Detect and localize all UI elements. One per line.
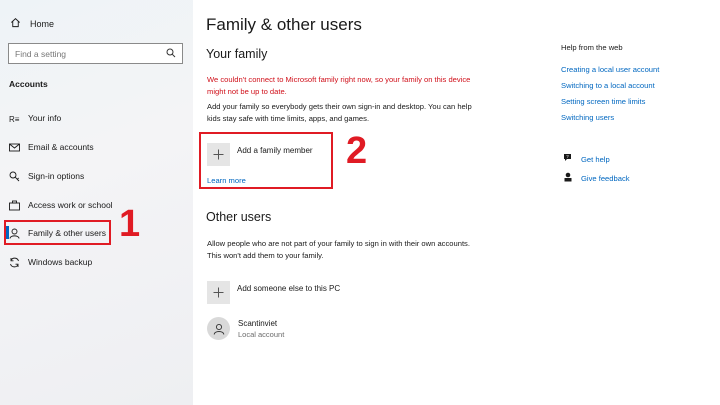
get-help-link[interactable]: ? Get help	[563, 153, 610, 165]
annotation-number-1: 1	[119, 203, 141, 245]
help-title: Help from the web	[561, 43, 623, 52]
avatar	[207, 317, 230, 340]
user-account-item[interactable]: Scantinviet Local account	[207, 317, 284, 340]
other-users-description: Allow people who are not part of your fa…	[207, 239, 470, 260]
family-description: Add your family so everybody gets their …	[207, 102, 472, 123]
help-link-switching-users[interactable]: Switching users	[561, 113, 614, 122]
help-link-switching-local-account[interactable]: Switching to a local account	[561, 81, 655, 90]
your-family-heading: Your family	[206, 47, 268, 61]
mail-icon	[9, 142, 20, 153]
user-name: Scantinviet	[238, 318, 278, 328]
home-nav-item[interactable]: Home	[10, 17, 54, 30]
sidebar-item-label: Windows backup	[28, 257, 93, 267]
plus-icon	[207, 143, 230, 166]
home-label: Home	[30, 18, 55, 29]
svg-text:R≡: R≡	[9, 115, 20, 124]
get-help-label: Get help	[581, 154, 610, 164]
chat-help-icon: ?	[563, 153, 573, 165]
sidebar-item-windows-backup[interactable]: Windows backup	[9, 254, 92, 270]
family-error-text: We couldn't connect to Microsoft family …	[207, 75, 471, 96]
sidebar-item-your-info[interactable]: R≡ Your info	[9, 110, 61, 126]
add-family-member-label: Add a family member	[237, 145, 313, 155]
search-icon[interactable]	[166, 45, 176, 63]
sidebar-item-email-accounts[interactable]: Email & accounts	[9, 139, 94, 155]
add-someone-else-label: Add someone else to this PC	[237, 283, 341, 293]
help-link-screen-time[interactable]: Setting screen time limits	[561, 97, 645, 106]
plus-icon	[207, 281, 230, 304]
page-title: Family & other users	[206, 15, 362, 34]
user-account-type: Local account	[238, 329, 285, 339]
annotation-number-2: 2	[346, 130, 368, 172]
give-feedback-label: Give feedback	[581, 173, 630, 183]
other-users-heading: Other users	[206, 210, 272, 224]
feedback-icon	[563, 172, 573, 184]
help-link-creating-local-account[interactable]: Creating a local user account	[561, 65, 659, 74]
sidebar: Home Accounts R≡ Your info Email & accou…	[0, 0, 193, 405]
annotation-box-1	[4, 220, 111, 245]
key-icon	[9, 171, 20, 182]
sidebar-item-label: Email & accounts	[28, 142, 94, 152]
home-icon	[10, 17, 21, 30]
sidebar-item-label: Sign-in options	[28, 171, 85, 181]
sync-icon	[9, 257, 20, 268]
sidebar-item-access-work[interactable]: Access work or school	[9, 197, 113, 213]
search-box[interactable]	[8, 43, 183, 64]
section-title: Accounts	[9, 79, 48, 89]
briefcase-icon	[9, 200, 20, 211]
add-someone-else-button[interactable]: Add someone else to this PC	[207, 281, 340, 304]
learn-more-link[interactable]: Learn more	[207, 176, 246, 185]
add-family-member-button[interactable]: Add a family member	[207, 143, 313, 166]
search-input[interactable]	[15, 48, 166, 59]
give-feedback-link[interactable]: Give feedback	[563, 172, 630, 184]
main-content: Family & other users Your family We coul…	[193, 0, 720, 405]
sidebar-item-sign-in-options[interactable]: Sign-in options	[9, 168, 84, 184]
sidebar-item-label: Access work or school	[28, 200, 113, 210]
your-info-icon: R≡	[9, 113, 20, 124]
sidebar-item-label: Your info	[28, 113, 62, 123]
